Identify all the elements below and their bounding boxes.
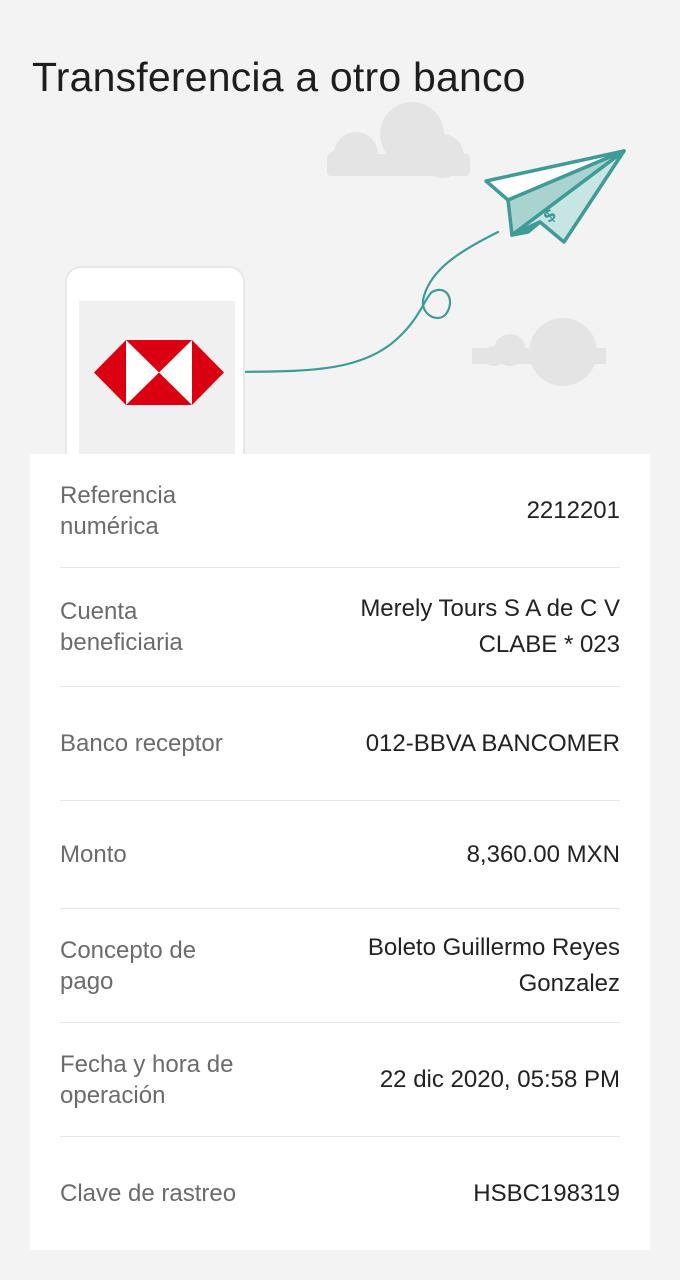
amount-value: 8,360.00 MXN <box>466 840 620 868</box>
detail-label: Banco receptor <box>60 730 223 757</box>
detail-value: Boleto Guillermo Reyes Gonzalez <box>240 930 620 1002</box>
tracking-value: HSBC198319 <box>473 1179 620 1207</box>
detail-label: Fecha y hora de operación <box>60 1050 234 1109</box>
beneficiary-name: Merely Tours S A de C V <box>360 595 620 622</box>
reference-value: 2212201 <box>526 496 620 524</box>
plane-trail <box>228 230 500 374</box>
detail-value: 22 dic 2020, 05:58 PM <box>240 1062 620 1098</box>
concept-line1: Boleto Guillermo Reyes <box>367 933 620 961</box>
detail-row-bank: Banco receptor 012-BBVA BANCOMER <box>60 687 620 801</box>
bank-value: 012-BBVA BANCOMER <box>365 729 620 757</box>
detail-row-amount: Monto 8,360.00 MXN <box>60 801 620 909</box>
beneficiary-account: CLABE * 023 <box>478 631 620 658</box>
detail-label: Referencia numérica <box>60 481 177 540</box>
cloud-icon <box>327 102 470 178</box>
detail-value: 2212201 <box>240 493 620 529</box>
paper-plane-icon <box>484 149 626 244</box>
detail-value: HSBC198319 <box>240 1176 620 1212</box>
concept-line2: Gonzalez <box>518 969 620 997</box>
detail-row-reference: Referencia numérica 2212201 <box>60 454 620 568</box>
detail-row-beneficiary: Cuenta beneficiaria Merely Tours S A de … <box>60 568 620 687</box>
detail-value: 012-BBVA BANCOMER <box>240 726 620 762</box>
detail-row-datetime: Fecha y hora de operación 22 dic 2020, 0… <box>60 1023 620 1137</box>
hsbc-logo <box>94 340 224 405</box>
detail-row-concept: Concepto de pago Boleto Guillermo Reyes … <box>60 909 620 1023</box>
datetime-value: 22 dic 2020, 05:58 PM <box>379 1065 620 1093</box>
cloud-icon <box>472 318 606 386</box>
detail-label: Concepto de pago <box>60 936 197 995</box>
detail-value: Merely Tours S A de C V CLABE * 023 <box>240 591 620 663</box>
detail-row-tracking: Clave de rastreo HSBC198319 <box>60 1137 620 1250</box>
detail-label: Clave de rastreo <box>60 1180 237 1207</box>
detail-value: 8,360.00 MXN <box>240 837 620 873</box>
detail-label: Monto <box>60 841 127 868</box>
transfer-details-card: Referencia numérica 2212201 Cuenta benef… <box>30 454 650 1250</box>
detail-label: Cuenta beneficiaria <box>60 598 183 656</box>
